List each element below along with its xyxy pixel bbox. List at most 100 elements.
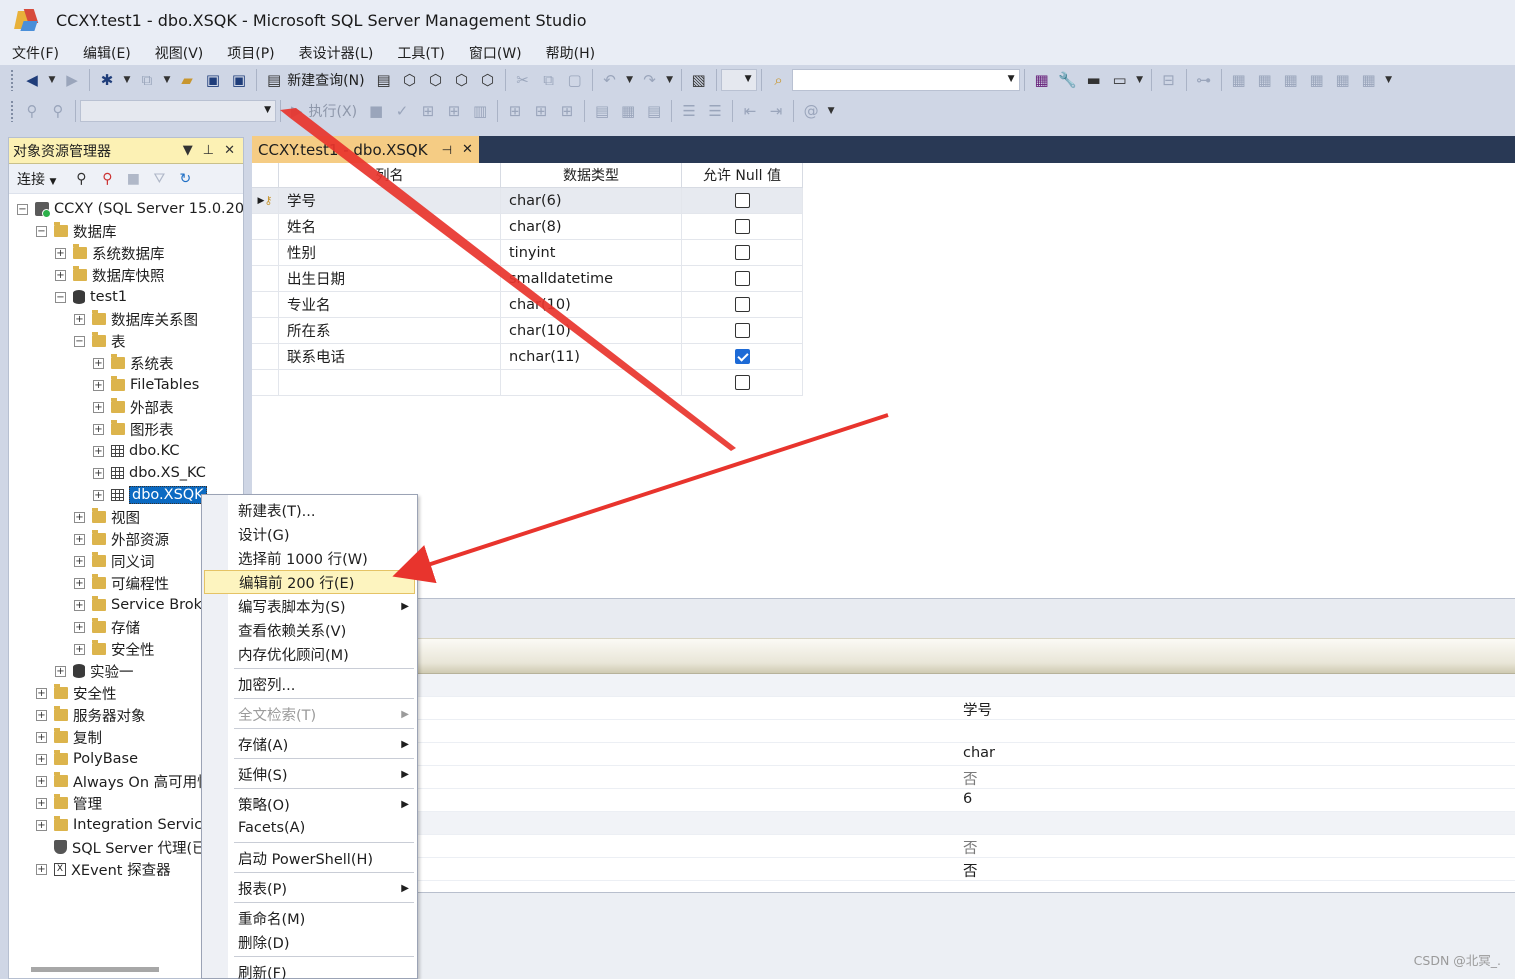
connect-dropdown[interactable]: 连接 ▼ <box>17 169 56 189</box>
property-category-row[interactable] <box>252 812 1515 835</box>
expand-icon[interactable]: + <box>74 599 85 611</box>
tree-node[interactable]: − 数据库 <box>9 220 243 242</box>
expand-icon[interactable]: + <box>93 467 104 479</box>
horizontal-scrollbar[interactable] <box>31 967 159 972</box>
redo-icon[interactable]: ↷ <box>637 68 663 92</box>
allow-null-checkbox[interactable] <box>734 245 750 260</box>
column-name-cell[interactable]: 专业名 <box>279 292 501 318</box>
collapse-icon[interactable]: − <box>74 335 85 347</box>
filter-icon[interactable]: ⛛ <box>146 171 172 187</box>
expand-icon[interactable]: + <box>93 445 104 457</box>
row-selector[interactable] <box>252 266 279 292</box>
activity-monitor-icon[interactable]: ▧ <box>686 68 712 92</box>
client-stats-icon[interactable]: ⊞ <box>554 99 580 123</box>
data-type-cell[interactable]: char(10) <box>501 292 682 318</box>
table-row[interactable]: 出生日期 smalldatetime <box>252 266 803 292</box>
undo-icon[interactable]: ↶ <box>597 68 623 92</box>
manage-indexes-icon[interactable]: ▦ <box>1226 68 1252 92</box>
expand-icon[interactable]: + <box>74 577 85 589</box>
tree-node[interactable]: + 图形表 <box>9 418 243 440</box>
open-file-icon[interactable]: ▰ <box>174 68 200 92</box>
expand-icon[interactable]: + <box>36 731 47 743</box>
increase-indent-icon[interactable]: ⇥ <box>763 99 789 123</box>
expand-icon[interactable]: + <box>93 379 104 391</box>
save-icon[interactable]: ▣ <box>200 68 226 92</box>
context-menu-item[interactable]: 重命名(M) <box>204 906 415 930</box>
collapse-icon[interactable]: − <box>36 225 47 237</box>
results-to-text-icon[interactable]: ▤ <box>589 99 615 123</box>
decrease-indent-icon[interactable]: ⇤ <box>737 99 763 123</box>
tab-xsqk-designer[interactable]: CCXY.test1 - dbo.XSQK ⊣ ✕ <box>252 136 479 163</box>
vs-icon[interactable]: ▦ <box>1029 68 1055 92</box>
new-project-icon[interactable]: ✱ <box>94 68 120 92</box>
allow-null-checkbox[interactable] <box>734 193 750 208</box>
menu-window[interactable]: 窗口(W) <box>457 43 534 63</box>
allow-null-checkbox[interactable] <box>734 349 750 364</box>
paste-icon[interactable]: ▢ <box>562 68 588 92</box>
expand-icon[interactable]: + <box>74 621 85 633</box>
column-name-cell[interactable]: 学号 <box>279 188 501 214</box>
row-selector[interactable] <box>252 318 279 344</box>
column-name-cell[interactable] <box>279 370 501 396</box>
dax-query-icon[interactable]: ⬡ <box>475 68 501 92</box>
property-row[interactable]: char <box>252 743 1515 766</box>
window-position-icon[interactable]: ▼ <box>183 143 193 158</box>
new-query-button[interactable]: ▤ 新建查询(N) <box>261 68 371 92</box>
manage-spatial-icon[interactable]: ▦ <box>1304 68 1330 92</box>
table-row[interactable]: 性别 tinyint <box>252 240 803 266</box>
pane-splitter[interactable] <box>252 598 1515 638</box>
tree-node[interactable]: + 数据库快照 <box>9 264 243 286</box>
context-menu-item[interactable]: 编写表脚本为(S) ▶ <box>204 594 415 618</box>
back-dropdown-icon[interactable]: ▼ <box>45 68 59 92</box>
cut-icon[interactable]: ✂ <box>510 68 536 92</box>
expand-icon[interactable]: + <box>36 863 47 875</box>
allow-null-checkbox[interactable] <box>734 271 750 286</box>
expand-icon[interactable]: + <box>93 489 104 501</box>
forward-icon[interactable]: ▶ <box>59 68 85 92</box>
results-to-grid-icon[interactable]: ▦ <box>615 99 641 123</box>
stop-icon[interactable]: ■ <box>363 99 389 123</box>
data-type-cell[interactable]: tinyint <box>501 240 682 266</box>
tree-node[interactable]: + dbo.XS_KC <box>9 462 243 484</box>
property-row[interactable]: 否 <box>252 835 1515 858</box>
command-window-icon[interactable]: ▭ <box>1107 68 1133 92</box>
tree-node[interactable]: − CCXY (SQL Server 15.0.2000 <box>9 198 243 220</box>
context-menu-item[interactable]: 延伸(S) ▶ <box>204 762 415 786</box>
expand-icon[interactable]: + <box>55 247 66 259</box>
db-engine-query-icon[interactable]: ▤ <box>371 68 397 92</box>
tree-node[interactable]: + 数据库关系图 <box>9 308 243 330</box>
dmx-query-icon[interactable]: ⬡ <box>423 68 449 92</box>
table-row[interactable]: ▶ ⚷ 学号 char(6) <box>252 188 803 214</box>
copy-icon[interactable]: ⧉ <box>536 68 562 92</box>
disconnect-icon[interactable]: ⚲ <box>94 171 120 187</box>
expand-icon[interactable]: + <box>74 643 85 655</box>
connect-plug-icon[interactable]: ⚲ <box>68 171 94 187</box>
results-to-file-icon[interactable]: ▤ <box>641 99 667 123</box>
property-category-row[interactable] <box>252 674 1515 697</box>
data-type-cell[interactable]: char(8) <box>501 214 682 240</box>
comment-icon[interactable]: ☰ <box>676 99 702 123</box>
expand-icon[interactable]: + <box>55 665 66 677</box>
expand-icon[interactable]: + <box>55 269 66 281</box>
menu-tools[interactable]: 工具(T) <box>385 43 456 63</box>
tree-node[interactable]: + 系统表 <box>9 352 243 374</box>
context-menu-item[interactable]: 新建表(T)... <box>204 498 415 522</box>
save-all-icon[interactable]: ▣ <box>226 68 252 92</box>
expand-icon[interactable]: + <box>36 797 47 809</box>
add-item-icon[interactable]: ⧉ <box>134 68 160 92</box>
tree-node[interactable]: − 表 <box>9 330 243 352</box>
property-row[interactable]: 否 <box>252 858 1515 881</box>
table-row[interactable] <box>252 370 803 396</box>
table-row[interactable]: 联系电话 nchar(11) <box>252 344 803 370</box>
allow-null-checkbox[interactable] <box>734 375 750 390</box>
live-stats-icon[interactable]: ⊞ <box>528 99 554 123</box>
context-menu-item[interactable]: Facets(A) <box>204 816 415 840</box>
property-row[interactable]: 否 <box>252 766 1515 789</box>
data-type-cell[interactable]: smalldatetime <box>501 266 682 292</box>
set-primary-key-icon[interactable]: ⊟ <box>1156 68 1182 92</box>
context-menu-item[interactable]: 策略(O) ▶ <box>204 792 415 816</box>
collapse-icon[interactable]: − <box>17 203 28 215</box>
context-menu-item[interactable]: 设计(G) <box>204 522 415 546</box>
toolbar-overflow-icon[interactable]: ▼ <box>824 99 838 123</box>
tree-node[interactable]: + FileTables <box>9 374 243 396</box>
